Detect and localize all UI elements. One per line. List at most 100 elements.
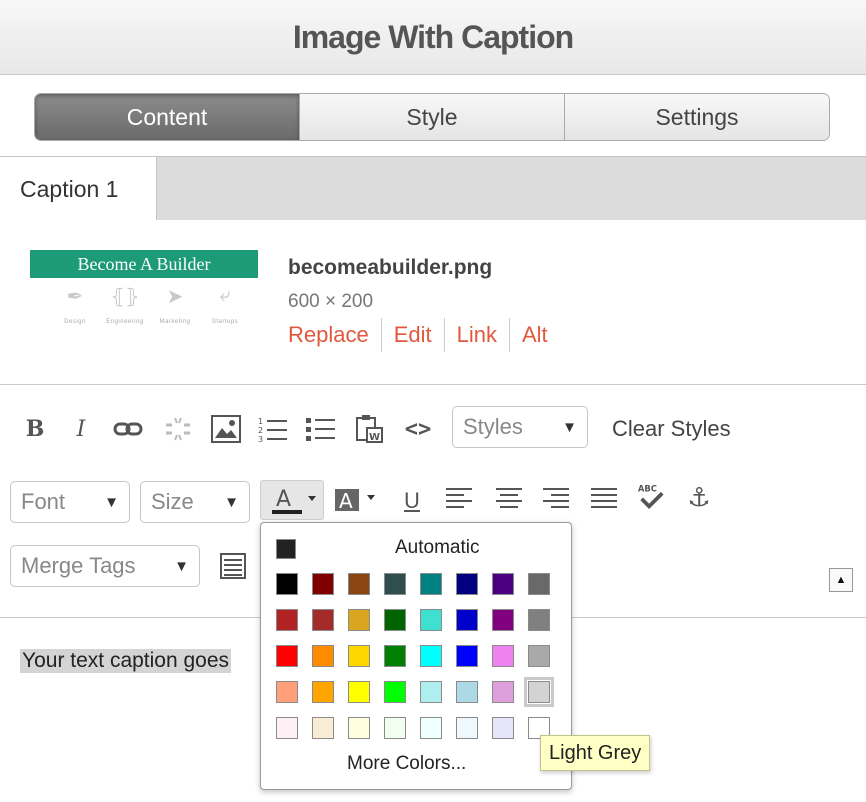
color-swatch[interactable]: [384, 717, 406, 739]
color-swatch[interactable]: [384, 681, 406, 703]
color-swatch[interactable]: [384, 573, 406, 595]
link-link[interactable]: Link: [443, 318, 509, 352]
color-swatch[interactable]: [420, 681, 442, 703]
unordered-list-icon[interactable]: [306, 414, 336, 444]
color-swatch[interactable]: [384, 609, 406, 631]
anchor-icon[interactable]: ⚓: [684, 482, 714, 512]
color-swatch[interactable]: [492, 717, 514, 739]
merge-tags-label: Merge Tags: [21, 553, 136, 578]
caption-tabs: Caption 1: [0, 156, 866, 221]
styles-dropdown[interactable]: Styles ▼: [452, 406, 588, 448]
svg-text:A: A: [276, 487, 291, 512]
color-swatch[interactable]: [348, 645, 370, 667]
color-swatch[interactable]: [420, 717, 442, 739]
color-swatch[interactable]: [420, 645, 442, 667]
underline-icon[interactable]: U: [397, 486, 427, 516]
automatic-color-swatch[interactable]: [276, 539, 296, 559]
color-palette-popup: Automatic More Colors...: [260, 522, 572, 790]
chevron-down-icon: ▼: [224, 493, 239, 511]
alt-link[interactable]: Alt: [509, 318, 560, 352]
color-swatch[interactable]: [456, 681, 478, 703]
color-swatch[interactable]: [276, 681, 298, 703]
color-swatch[interactable]: [312, 609, 334, 631]
paper-plane-icon: ➤ Marketing: [159, 286, 191, 325]
svg-text:W: W: [369, 432, 380, 443]
justify-icon[interactable]: [589, 484, 619, 514]
scroll-up-button[interactable]: ▲: [829, 568, 853, 592]
color-swatch[interactable]: [456, 609, 478, 631]
color-swatch[interactable]: [528, 645, 550, 667]
font-dropdown[interactable]: Font ▼: [10, 481, 130, 523]
automatic-color-option[interactable]: Automatic: [395, 537, 479, 559]
align-left-icon[interactable]: [444, 484, 474, 514]
unlink-icon[interactable]: [163, 414, 193, 444]
image-dimensions: 600 × 200: [288, 291, 374, 312]
chevron-down-icon: ▼: [104, 493, 119, 511]
more-colors-button[interactable]: More Colors...: [347, 753, 466, 775]
segmented-control: Content Style Settings: [34, 93, 830, 141]
align-right-icon[interactable]: [541, 484, 571, 514]
color-swatch[interactable]: [456, 645, 478, 667]
size-dropdown[interactable]: Size ▼: [140, 481, 250, 523]
align-center-icon[interactable]: [494, 484, 524, 514]
link-icon[interactable]: [113, 414, 143, 444]
ordered-list-icon[interactable]: 123: [258, 414, 288, 444]
font-dropdown-label: Font: [21, 489, 66, 514]
color-swatch[interactable]: [492, 573, 514, 595]
color-swatch[interactable]: [528, 609, 550, 631]
tab-style[interactable]: Style: [300, 94, 565, 140]
color-swatch[interactable]: [492, 609, 514, 631]
table-icon[interactable]: [218, 551, 248, 581]
tabs-bar: Content Style Settings: [0, 76, 866, 156]
panel-header: Image With Caption: [0, 0, 866, 75]
color-swatch[interactable]: [420, 573, 442, 595]
color-swatch[interactable]: [312, 645, 334, 667]
image-filename: becomeabuilder.png: [288, 256, 493, 279]
thumbnail-banner: Become A Builder: [30, 250, 258, 278]
chevron-down-icon: ▼: [562, 418, 577, 436]
color-swatch[interactable]: [276, 573, 298, 595]
replace-link[interactable]: Replace: [288, 318, 381, 352]
italic-icon[interactable]: I: [66, 414, 96, 444]
color-swatch[interactable]: [312, 573, 334, 595]
clear-styles-button[interactable]: Clear Styles: [612, 416, 731, 442]
bold-icon[interactable]: B: [20, 414, 50, 444]
color-swatch[interactable]: [348, 717, 370, 739]
image-actions: Replace Edit Link Alt: [288, 318, 560, 352]
image-icon[interactable]: [211, 414, 241, 444]
size-dropdown-label: Size: [151, 489, 194, 514]
source-code-icon[interactable]: <>: [403, 414, 433, 444]
color-swatch[interactable]: [276, 609, 298, 631]
color-swatch[interactable]: [276, 645, 298, 667]
color-swatch[interactable]: [456, 717, 478, 739]
svg-text:3: 3: [258, 435, 263, 443]
tab-content[interactable]: Content: [35, 94, 300, 140]
color-swatch[interactable]: [312, 717, 334, 739]
color-swatch[interactable]: [348, 609, 370, 631]
paste-word-icon[interactable]: W: [354, 414, 384, 444]
svg-text:A: A: [339, 489, 353, 513]
merge-tags-dropdown[interactable]: Merge Tags ▼: [10, 545, 200, 587]
background-color-icon[interactable]: A: [333, 482, 381, 518]
thumbnail-icons: ✒ Design ⦃⦄ Engineering ➤ Marketing ⤶ Startu…: [50, 284, 250, 325]
tab-settings[interactable]: Settings: [565, 94, 829, 140]
fork-arrow-icon: ⤶ Startups: [211, 284, 239, 325]
svg-text:1: 1: [258, 417, 263, 426]
caption-text[interactable]: Your text caption goes: [20, 649, 232, 673]
color-swatch[interactable]: [492, 645, 514, 667]
color-swatch[interactable]: [456, 573, 478, 595]
text-color-icon[interactable]: A: [260, 480, 324, 520]
spellcheck-icon[interactable]: ABC: [636, 482, 666, 512]
color-swatch[interactable]: [384, 645, 406, 667]
color-swatch[interactable]: [348, 681, 370, 703]
color-swatch[interactable]: [524, 677, 554, 707]
color-swatch[interactable]: [312, 681, 334, 703]
edit-link[interactable]: Edit: [380, 318, 444, 352]
color-swatch[interactable]: [492, 681, 514, 703]
tab-caption-1[interactable]: Caption 1: [0, 157, 157, 221]
color-swatch[interactable]: [420, 609, 442, 631]
color-swatch[interactable]: [276, 717, 298, 739]
color-swatch[interactable]: [528, 573, 550, 595]
color-swatch[interactable]: [348, 573, 370, 595]
image-thumbnail[interactable]: Become A Builder ✒ Design ⦃⦄ Engineering ➤…: [30, 250, 258, 345]
